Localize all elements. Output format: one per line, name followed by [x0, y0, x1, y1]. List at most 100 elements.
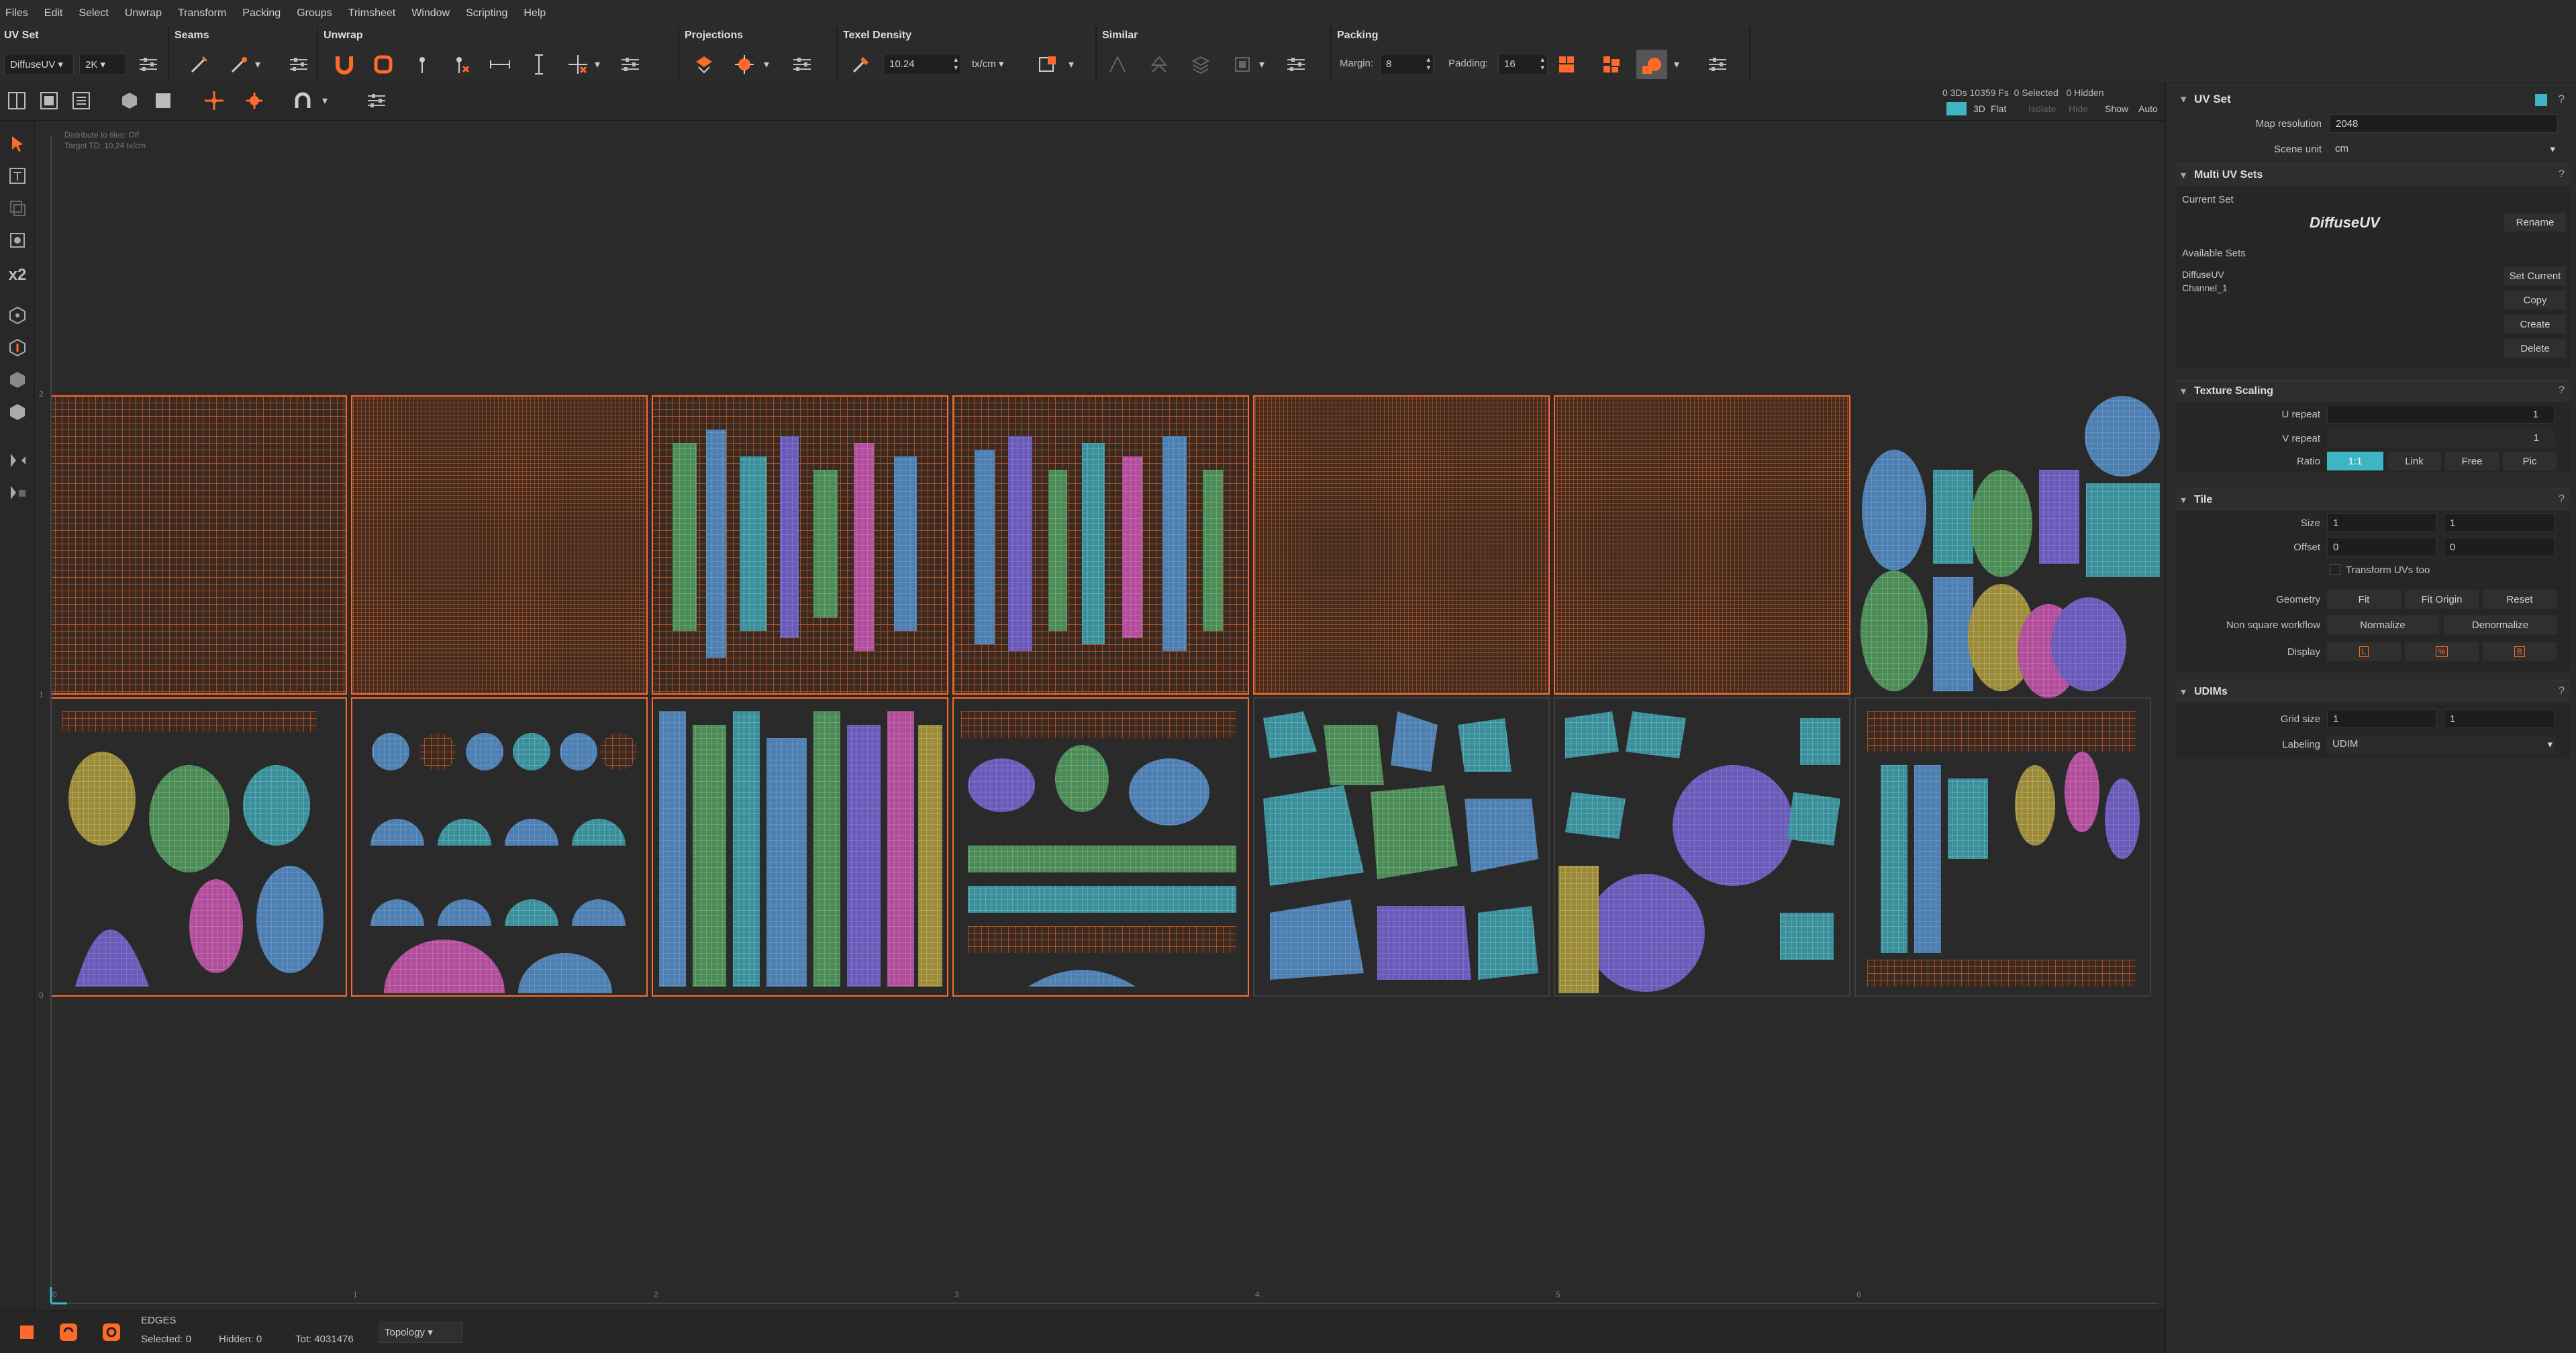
x2-tool-icon[interactable]: x2	[5, 263, 30, 287]
stack-similar-icon[interactable]	[1144, 50, 1175, 79]
auto-button[interactable]: Auto	[2138, 103, 2158, 114]
texture-scaling-header[interactable]: Texture Scaling?	[2175, 381, 2570, 402]
layers-tool-icon[interactable]	[5, 196, 30, 220]
ratio-pic-button[interactable]: Pic	[2503, 452, 2557, 470]
pack-icon[interactable]	[1552, 50, 1583, 79]
ratio-1-1-button[interactable]: 1:1	[2327, 452, 2383, 470]
help-icon[interactable]: ?	[2559, 685, 2565, 697]
pack-quick-icon[interactable]	[1596, 50, 1627, 79]
menu-window[interactable]: Window	[411, 7, 450, 19]
color-swatch[interactable]	[2535, 94, 2547, 106]
margin-stepper-icon[interactable]: ▴ ▾	[1426, 56, 1430, 72]
grid-v-input[interactable]: 1	[2444, 709, 2555, 728]
menu-edit[interactable]: Edit	[44, 7, 63, 19]
box-projection-icon[interactable]	[729, 50, 760, 79]
refresh-icon[interactable]	[99, 1320, 123, 1344]
menu-transform[interactable]: Transform	[178, 7, 226, 19]
vertex-mode-icon[interactable]	[5, 303, 30, 328]
menu-trimsheet[interactable]: Trimsheet	[348, 7, 396, 19]
denormalize-button[interactable]: Denormalize	[2444, 615, 2557, 634]
margin-input[interactable]: 8 ▴ ▾	[1380, 54, 1434, 75]
menu-select[interactable]: Select	[79, 7, 108, 19]
delete-button[interactable]: Delete	[2504, 339, 2566, 358]
unwrap-dropdown-icon[interactable]: ▾	[591, 50, 604, 79]
edge-mode-icon[interactable]	[5, 336, 30, 360]
pin-icon[interactable]	[407, 50, 438, 79]
projections-dropdown-icon[interactable]: ▾	[760, 50, 773, 79]
seams-dropdown-icon[interactable]: ▾	[251, 50, 264, 79]
packing-dropdown-icon[interactable]: ▾	[1670, 50, 1683, 79]
rename-button[interactable]: Rename	[2504, 213, 2566, 232]
pack-shape-icon[interactable]	[1636, 50, 1667, 79]
tile-header[interactable]: Tile?	[2175, 489, 2570, 511]
uv-mode-badge[interactable]	[1946, 102, 1967, 115]
show-button[interactable]: Show	[2105, 103, 2128, 114]
align-icon[interactable]	[562, 50, 593, 79]
set-current-button[interactable]: Set Current	[2504, 266, 2566, 285]
sync-icon[interactable]	[56, 1320, 81, 1344]
cut-seam-icon[interactable]	[184, 50, 215, 79]
map-resolution-input[interactable]: 2048	[2330, 114, 2558, 133]
menu-groups[interactable]: Groups	[297, 7, 332, 19]
flip-tool-icon[interactable]	[5, 481, 30, 505]
udims-header[interactable]: UDIMs?	[2175, 681, 2570, 703]
planar-projection-icon[interactable]	[689, 50, 720, 79]
face-mode-icon[interactable]	[5, 368, 30, 392]
u-repeat-input[interactable]: 1	[2327, 405, 2555, 423]
uv-viewport[interactable]: Distribute to tiles: Off Target TD: 10.2…	[35, 121, 2165, 1310]
fit-origin-button[interactable]: Fit Origin	[2405, 590, 2479, 609]
unwrap-icon[interactable]	[329, 50, 360, 79]
snap-dropdown-icon[interactable]: ▾	[318, 86, 332, 115]
menu-unwrap[interactable]: Unwrap	[125, 7, 162, 19]
grid-u-input[interactable]: 1	[2327, 709, 2437, 728]
hide-button[interactable]: Hide	[2069, 103, 2088, 114]
create-button[interactable]: Create	[2504, 315, 2566, 334]
ratio-free-button[interactable]: Free	[2445, 452, 2499, 470]
3d-toggle[interactable]: 3D	[1973, 103, 1985, 114]
transform-uvs-checkbox[interactable]	[2330, 564, 2340, 575]
texel-stepper-icon[interactable]: ▴ ▾	[954, 56, 958, 72]
scale-gizmo-icon[interactable]	[239, 86, 270, 115]
select-similar-icon[interactable]	[1102, 50, 1133, 79]
flat-mode-icon[interactable]	[148, 86, 179, 115]
packing-settings-icon[interactable]	[1702, 50, 1733, 79]
isolate-button[interactable]: Isolate	[2028, 103, 2056, 114]
seams-settings-icon[interactable]	[283, 50, 314, 79]
split-view-icon[interactable]	[1, 86, 32, 115]
texel-picker-icon[interactable]	[846, 50, 877, 79]
unwrap-settings-icon[interactable]	[615, 50, 646, 79]
flat-toggle[interactable]: Flat	[1991, 103, 2006, 114]
view-settings-icon[interactable]	[361, 86, 392, 115]
help-icon[interactable]: ?	[2559, 168, 2565, 181]
3d-view-icon[interactable]	[66, 86, 97, 115]
size-v-input[interactable]: 1	[2444, 513, 2555, 532]
move-gizmo-icon[interactable]	[199, 86, 230, 115]
group-similar-icon[interactable]	[1227, 50, 1258, 79]
help-icon[interactable]: ?	[2559, 493, 2565, 505]
topology-select[interactable]: Topology ▾	[379, 1321, 463, 1343]
help-icon[interactable]: ?	[2559, 93, 2565, 106]
resolution-select[interactable]: 2K ▾	[79, 54, 126, 75]
display-label-toggle[interactable]: L	[2327, 642, 2401, 661]
copy-button[interactable]: Copy	[2504, 291, 2566, 309]
select-tool-icon[interactable]	[5, 132, 30, 156]
texel-apply-icon[interactable]	[1032, 50, 1063, 79]
ratio-link-button[interactable]: Link	[2387, 452, 2441, 470]
straighten-horizontal-icon[interactable]	[485, 50, 515, 79]
v-repeat-input[interactable]: 1	[2327, 429, 2555, 448]
shaded-mode-icon[interactable]	[114, 86, 145, 115]
scene-unit-select[interactable]: cm ▾	[2330, 140, 2558, 158]
normalize-button[interactable]: Normalize	[2327, 615, 2438, 634]
optimize-icon[interactable]	[368, 50, 399, 79]
multi-uv-sets-header[interactable]: Multi UV Sets?	[2175, 164, 2570, 186]
menu-files[interactable]: Files	[5, 7, 28, 19]
uvset-select[interactable]: DiffuseUV ▾	[4, 54, 74, 75]
straighten-vertical-icon[interactable]	[524, 50, 554, 79]
fit-button[interactable]: Fit	[2327, 590, 2401, 609]
texel-dropdown-icon[interactable]: ▾	[1064, 50, 1078, 79]
stop-icon[interactable]	[15, 1320, 39, 1344]
stack-layers-icon[interactable]	[1185, 50, 1216, 79]
mirror-tool-icon[interactable]	[5, 448, 30, 472]
menu-help[interactable]: Help	[524, 7, 546, 19]
available-set-item[interactable]: Channel_1	[2182, 283, 2228, 293]
